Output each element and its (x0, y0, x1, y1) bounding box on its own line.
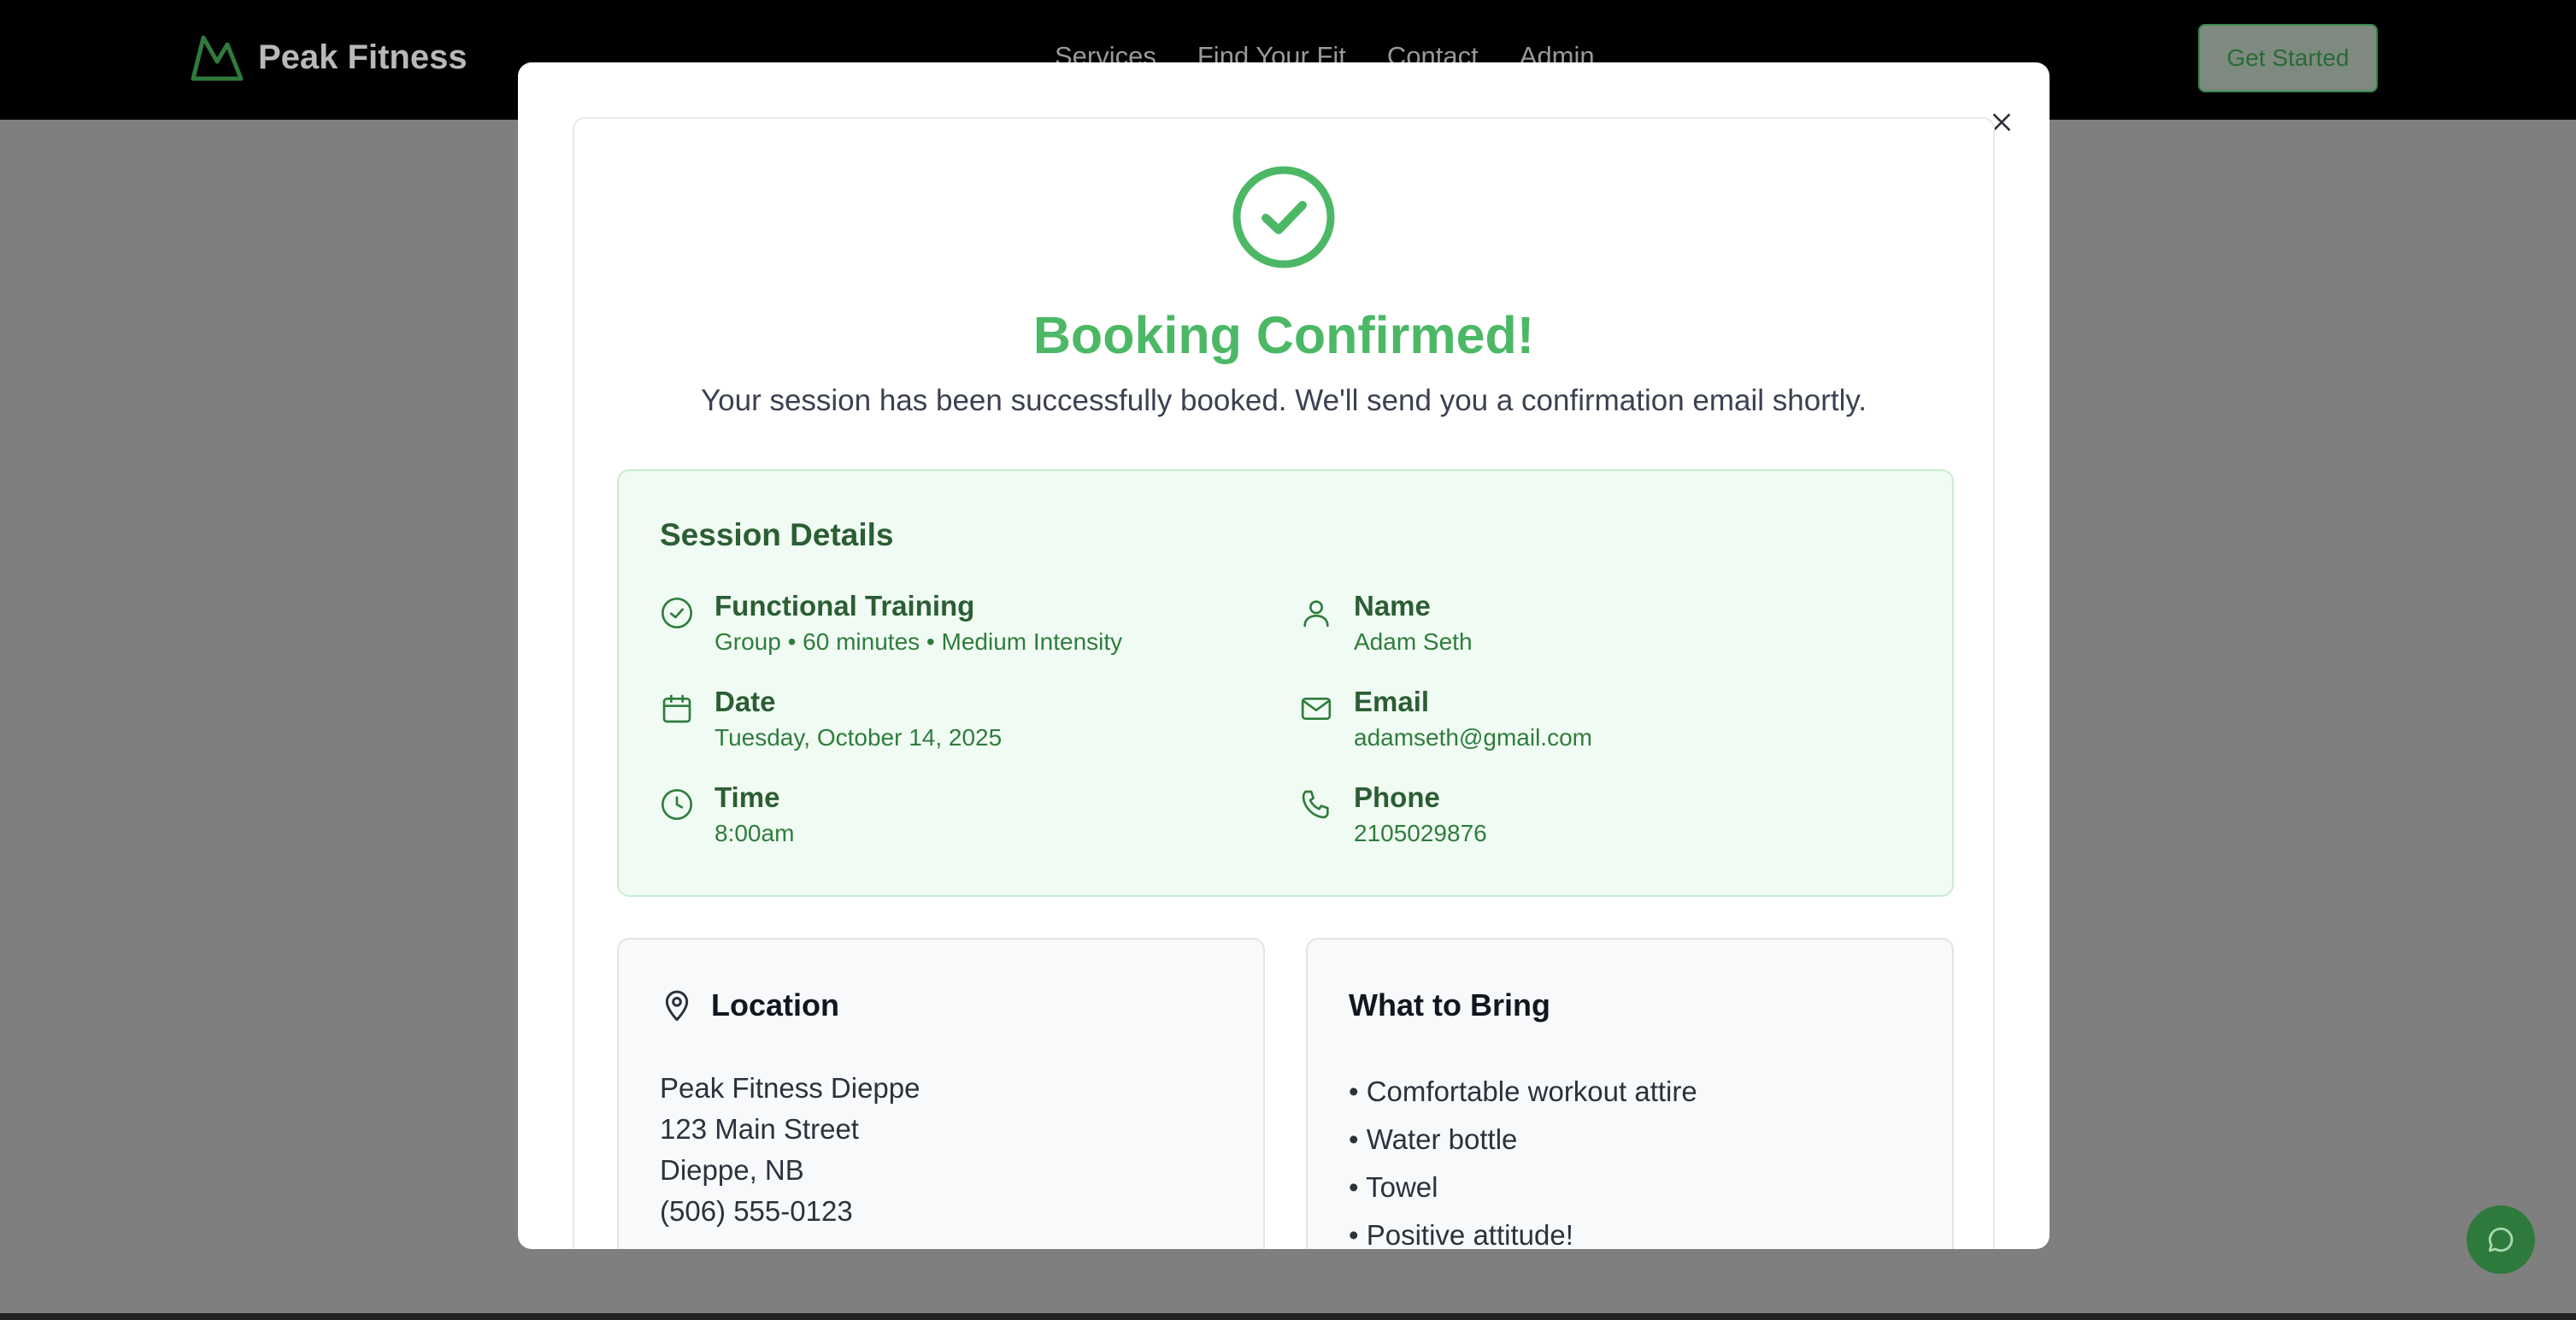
session-details-heading: Session Details (660, 517, 894, 552)
chat-bubble-icon (2488, 1227, 2514, 1252)
calendar-icon (662, 694, 691, 723)
confirmation-card: Booking Confirmed! Your session has been… (573, 117, 1995, 1249)
location-address: Peak Fitness Dieppe 123 Main Street Diep… (660, 1068, 920, 1232)
what-to-bring-heading: What to Bring (1349, 987, 1550, 1022)
booking-confirmation-modal: Booking Confirmed! Your session has been… (518, 62, 2050, 1249)
detail-name: Name Adam Seth (1299, 589, 1473, 661)
page-footer-edge (0, 1313, 2576, 1320)
location-line: 123 Main Street (660, 1113, 859, 1145)
detail-phone: Phone 2105029876 (1299, 781, 1487, 852)
detail-date: Date Tuesday, October 14, 2025 (660, 685, 1002, 757)
mountain-logo-icon (191, 35, 244, 81)
location-line: Peak Fitness Dieppe (660, 1072, 920, 1104)
session-details-panel: Session Details Functional Training Grou… (617, 469, 1954, 897)
list-item: • Towel (1349, 1171, 1438, 1203)
phone-icon (1302, 790, 1329, 819)
check-circle-small-icon (662, 598, 692, 628)
list-item: • Positive attitude! (1349, 1219, 1573, 1249)
brand-name: Peak Fitness (258, 38, 468, 76)
chat-button[interactable] (2467, 1205, 2535, 1274)
detail-email: Email adamseth@gmail.com (1299, 685, 1592, 757)
brand-logo[interactable]: Peak Fitness (190, 32, 468, 82)
location-line: Dieppe, NB (660, 1154, 804, 1186)
get-started-button[interactable]: Get Started (2198, 24, 2378, 92)
what-to-bring-list: • Comfortable workout attire • Water bot… (1349, 1068, 1697, 1249)
location-box: Location Peak Fitness Dieppe 123 Main St… (617, 938, 1265, 1249)
clock-icon (662, 789, 692, 820)
confirmation-subtitle: Your session has been successfully booke… (701, 384, 1867, 417)
success-icon-wrap (574, 165, 1993, 269)
date-value: Tuesday, October 14, 2025 (715, 724, 1003, 751)
check-circle-icon (1232, 166, 1335, 268)
phone-value: 2105029876 (1354, 820, 1487, 846)
confirmation-title: Booking Confirmed! (1032, 306, 1535, 364)
service-label: Functional Training (715, 590, 975, 622)
map-pin-icon (665, 990, 689, 1022)
date-label: Date (715, 686, 776, 717)
location-header: Location (660, 987, 839, 1023)
time-value: 8:00am (715, 820, 795, 846)
location-line: (506) 555-0123 (660, 1195, 853, 1227)
name-value: Adam Seth (1354, 628, 1473, 655)
detail-service: Functional Training Group • 60 minutes •… (660, 589, 1122, 661)
mail-icon (1301, 698, 1332, 720)
list-item: • Water bottle (1349, 1123, 1518, 1155)
list-item: • Comfortable workout attire (1349, 1075, 1697, 1107)
user-icon (1303, 600, 1329, 628)
location-heading: Location (711, 987, 839, 1022)
what-to-bring-box: What to Bring • Comfortable workout atti… (1306, 938, 1954, 1249)
time-label: Time (715, 781, 780, 813)
detail-time: Time 8:00am (660, 781, 794, 852)
phone-label: Phone (1354, 781, 1440, 813)
email-value: adamseth@gmail.com (1354, 724, 1592, 751)
name-label: Name (1354, 590, 1431, 622)
email-label: Email (1354, 686, 1430, 717)
service-value: Group • 60 minutes • Medium Intensity (715, 628, 1123, 655)
